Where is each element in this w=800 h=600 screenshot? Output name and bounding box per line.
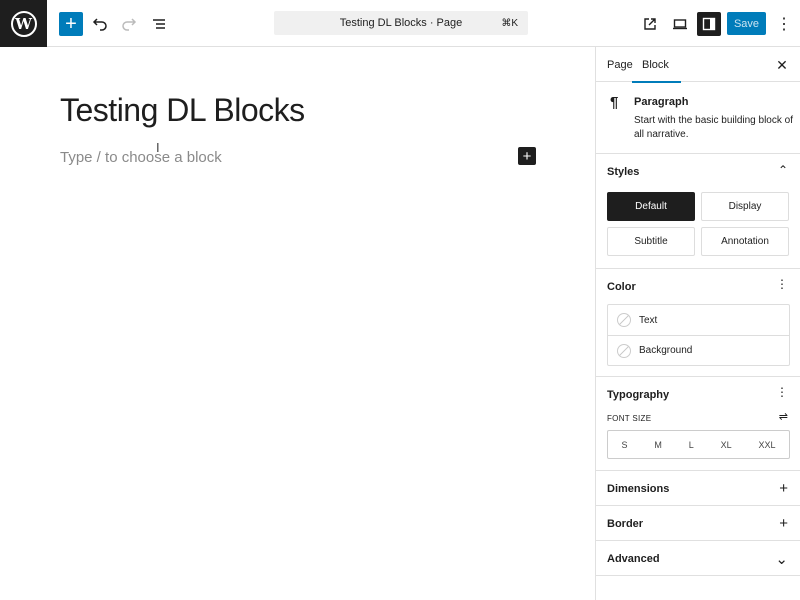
chevron-up-icon[interactable]: ⌃ xyxy=(778,163,788,177)
color-text-option[interactable]: Text xyxy=(608,305,789,335)
advanced-panel-title: Advanced xyxy=(607,553,660,565)
add-block-button[interactable]: + xyxy=(518,147,536,165)
styles-panel: Styles ⌃ Default Display Subtitle Annota… xyxy=(596,154,800,269)
dimensions-panel-title: Dimensions xyxy=(607,483,670,495)
font-size-option[interactable]: XXL xyxy=(758,440,775,450)
redo-button[interactable] xyxy=(117,12,141,36)
font-size-option[interactable]: XL xyxy=(721,440,732,450)
block-name: Paragraph xyxy=(634,96,689,108)
more-vertical-icon[interactable]: ⋮ xyxy=(776,385,788,399)
block-description: Start with the basic building block of a… xyxy=(634,115,793,140)
block-inserter-button[interactable]: + xyxy=(59,12,83,36)
page-title[interactable]: Testing DL Blocks xyxy=(60,92,305,129)
color-panel: Color ⋮ Text Background xyxy=(596,269,800,377)
tab-block[interactable]: Block xyxy=(632,47,681,83)
text-cursor-icon: I xyxy=(156,140,160,155)
view-page-button[interactable] xyxy=(638,12,662,36)
editor-toolbar: W + Testing DL Blocks · Page ⌘K Save ⋮ xyxy=(0,0,800,47)
external-link-icon xyxy=(644,18,656,30)
style-default-button[interactable]: Default xyxy=(607,192,695,221)
wordpress-logo-icon: W xyxy=(10,10,37,37)
font-size-label: FONT SIZE xyxy=(607,414,652,423)
tab-page[interactable]: Page xyxy=(607,47,633,82)
font-size-picker: S M L XL XXL xyxy=(607,430,790,459)
close-sidebar-button[interactable]: ✕ xyxy=(772,55,792,75)
styles-panel-title[interactable]: Styles xyxy=(607,166,639,178)
chevron-down-icon[interactable]: ⌄ xyxy=(775,550,788,568)
more-vertical-icon: ⋮ xyxy=(776,16,792,33)
device-preview-button[interactable] xyxy=(668,12,692,36)
font-size-option[interactable]: L xyxy=(689,440,694,450)
paragraph-icon: ¶ xyxy=(610,94,619,111)
plus-icon: + xyxy=(522,147,532,165)
undo-button[interactable] xyxy=(88,12,112,36)
color-panel-title: Color xyxy=(607,281,636,293)
settings-button[interactable] xyxy=(697,12,721,36)
empty-swatch-icon xyxy=(617,343,631,358)
list-view-icon xyxy=(153,19,165,29)
border-panel[interactable]: Border + xyxy=(596,506,800,541)
style-subtitle-button[interactable]: Subtitle xyxy=(607,227,695,256)
settings-sidebar: Page Block ✕ ¶ Paragraph Start with the … xyxy=(595,47,800,600)
plus-icon[interactable]: + xyxy=(779,515,788,532)
wordpress-logo-button[interactable]: W xyxy=(0,0,47,47)
font-size-option[interactable]: S xyxy=(621,440,627,450)
options-menu-button[interactable]: ⋮ xyxy=(772,12,796,36)
plus-icon: + xyxy=(65,13,77,35)
advanced-panel[interactable]: Advanced ⌄ xyxy=(596,541,800,576)
color-item-label: Background xyxy=(639,345,693,356)
font-size-option[interactable]: M xyxy=(654,440,662,450)
style-display-button[interactable]: Display xyxy=(701,192,789,221)
close-icon: ✕ xyxy=(776,56,788,73)
paragraph-placeholder[interactable]: Type / to choose a block xyxy=(60,149,222,166)
more-vertical-icon[interactable]: ⋮ xyxy=(776,277,788,291)
list-view-button[interactable] xyxy=(147,12,171,36)
editor-canvas: Testing DL Blocks Type / to choose a blo… xyxy=(0,47,595,600)
typography-panel: Typography ⋮ FONT SIZE ⇌ S M L XL XXL xyxy=(596,377,800,471)
color-list: Text Background xyxy=(607,304,790,366)
empty-swatch-icon xyxy=(617,313,631,327)
document-command-bar[interactable]: Testing DL Blocks · Page ⌘K xyxy=(274,11,528,35)
custom-size-settings-icon[interactable]: ⇌ xyxy=(779,410,788,423)
color-item-label: Text xyxy=(639,314,658,326)
block-card: ¶ Paragraph Start with the basic buildin… xyxy=(596,82,800,154)
command-shortcut: ⌘K xyxy=(501,17,518,29)
sidebar-toggle-icon xyxy=(702,17,716,31)
plus-icon[interactable]: + xyxy=(779,480,788,497)
style-annotation-button[interactable]: Annotation xyxy=(701,227,789,256)
desktop-icon xyxy=(673,19,687,30)
typography-panel-title: Typography xyxy=(607,389,670,401)
save-button[interactable]: Save xyxy=(727,12,766,35)
document-title: Testing DL Blocks · Page xyxy=(339,17,463,29)
redo-icon xyxy=(122,18,137,31)
border-panel-title: Border xyxy=(607,518,644,530)
color-background-option[interactable]: Background xyxy=(608,335,789,365)
undo-icon xyxy=(92,18,107,31)
sidebar-tabs: Page Block ✕ xyxy=(596,47,800,83)
dimensions-panel[interactable]: Dimensions + xyxy=(596,471,800,506)
